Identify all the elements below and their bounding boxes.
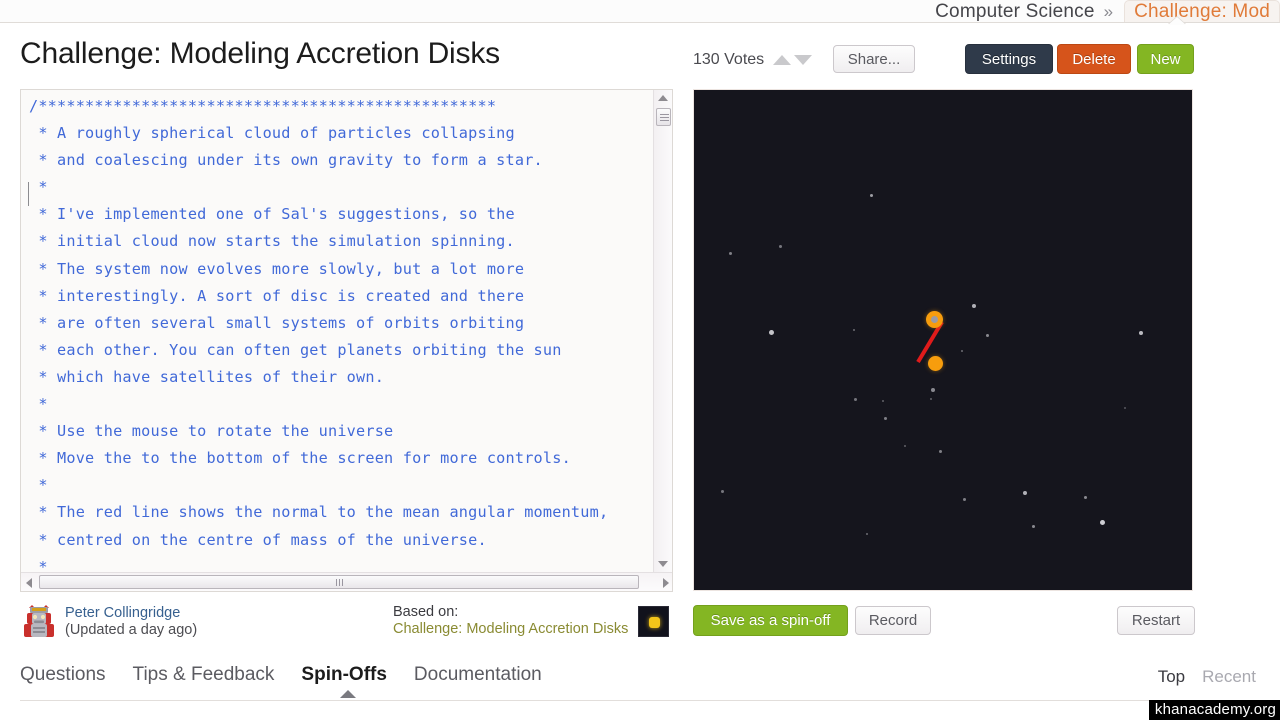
- khan-academy-program-page: Computer Science » Challenge: Mod Challe…: [0, 0, 1280, 720]
- tab-label: Spin-Offs: [301, 664, 387, 685]
- code-content[interactable]: /***************************************…: [29, 93, 654, 572]
- simulation-canvas[interactable]: [693, 89, 1193, 591]
- breadcrumb-parent-link[interactable]: Computer Science: [933, 0, 1097, 22]
- thumbnail-star-icon: [649, 617, 660, 628]
- triangle-down-icon[interactable]: [794, 55, 813, 65]
- active-tab-caret-icon: [339, 690, 356, 698]
- updated-timestamp: (Updated a day ago): [65, 622, 198, 638]
- horizontal-scroll-thumb[interactable]: [39, 575, 639, 589]
- share-button[interactable]: Share...: [833, 45, 915, 73]
- tab-label: Tips & Feedback: [132, 664, 275, 685]
- scroll-down-icon[interactable]: [658, 561, 668, 567]
- settings-button[interactable]: Settings: [965, 44, 1053, 74]
- based-on-block: Based on: Challenge: Modeling Accretion …: [393, 604, 628, 638]
- body-core: [930, 315, 938, 323]
- author-name-link[interactable]: Peter Collingridge: [65, 605, 197, 622]
- breadcrumb: Computer Science » Challenge: Mod: [0, 0, 1280, 23]
- scroll-left-icon[interactable]: [26, 578, 32, 588]
- tab-questions[interactable]: Questions: [20, 664, 124, 698]
- sort-options: Top Recent: [1158, 667, 1256, 687]
- robot-avatar[interactable]: [22, 604, 56, 640]
- tab-divider: [20, 700, 1260, 701]
- program-thumbnail[interactable]: [638, 606, 669, 637]
- code-editor[interactable]: /***************************************…: [20, 89, 673, 592]
- angular-momentum-normal-line: [916, 320, 944, 364]
- vertical-scroll-thumb[interactable]: [656, 108, 671, 126]
- restart-button[interactable]: Restart: [1117, 606, 1195, 635]
- text-cursor: [28, 182, 29, 206]
- orbiting-body: [927, 355, 943, 371]
- author-byline: Peter Collingridge (Updated a day ago): [22, 604, 197, 640]
- tab-label: Questions: [20, 664, 106, 685]
- new-button[interactable]: New: [1137, 44, 1194, 74]
- tab-spin-offs[interactable]: Spin-Offs: [301, 664, 405, 698]
- delete-button[interactable]: Delete: [1057, 44, 1131, 74]
- scroll-right-icon[interactable]: [663, 578, 669, 588]
- vote-count: 130 Votes: [693, 51, 765, 68]
- sort-top[interactable]: Top: [1158, 667, 1185, 687]
- breadcrumb-caret-icon: [1168, 17, 1186, 25]
- page-title: Challenge: Modeling Accretion Disks: [20, 37, 500, 70]
- based-on-program-link[interactable]: Challenge: Modeling Accretion Disks: [393, 621, 628, 638]
- sort-recent[interactable]: Recent: [1202, 667, 1256, 687]
- record-button[interactable]: Record: [855, 606, 931, 635]
- based-on-label: Based on:: [393, 604, 459, 620]
- vote-bar: 130 Votes: [693, 45, 813, 75]
- editor-horizontal-scrollbar[interactable]: [21, 572, 672, 591]
- triangle-up-icon[interactable]: [773, 55, 792, 65]
- tab-tips-feedback[interactable]: Tips & Feedback: [133, 664, 293, 698]
- editor-vertical-scrollbar[interactable]: [653, 90, 672, 572]
- save-as-spinoff-button[interactable]: Save as a spin-off: [693, 605, 848, 636]
- tab-label: Documentation: [413, 664, 542, 685]
- discussion-tabs: Questions Tips & Feedback Spin-Offs Documen…: [20, 664, 569, 698]
- tab-documentation[interactable]: Documentation: [414, 664, 560, 698]
- scroll-up-icon[interactable]: [658, 95, 668, 101]
- code-text-area[interactable]: /***************************************…: [21, 90, 654, 572]
- site-watermark: khanacademy.org: [1148, 700, 1280, 720]
- breadcrumb-current-tab[interactable]: Challenge: Mod: [1124, 0, 1280, 22]
- breadcrumb-separator-icon: »: [1103, 2, 1114, 21]
